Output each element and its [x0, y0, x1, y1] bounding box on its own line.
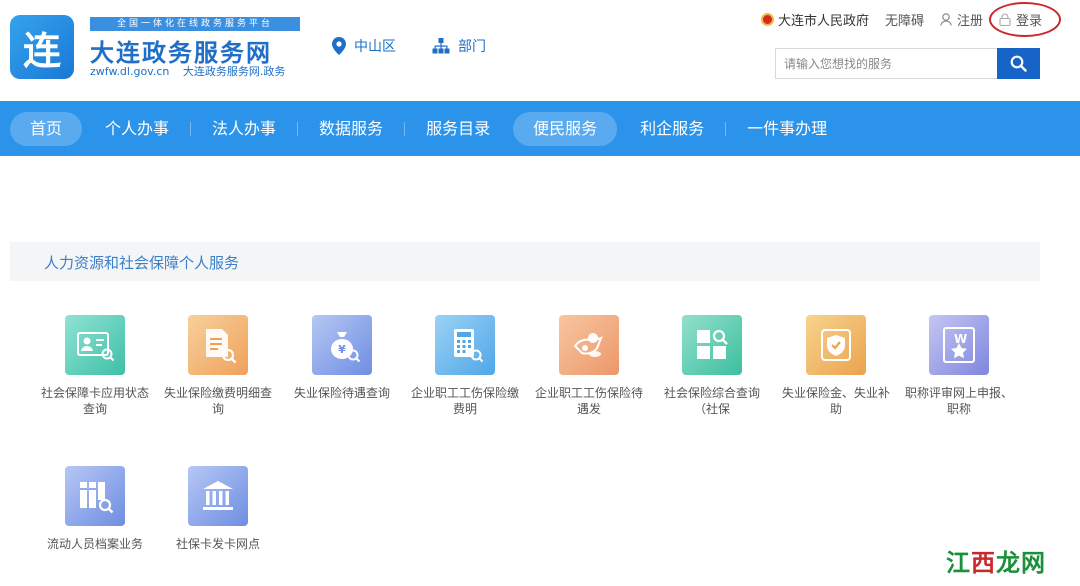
nav-item-corporate[interactable]: 法人办事	[192, 112, 296, 146]
login-link[interactable]: 登录	[988, 2, 1061, 37]
accessibility-link[interactable]: 无障碍	[885, 10, 924, 29]
site-sub-name: 大连政务服务网.政务	[182, 65, 286, 78]
site-header: 连 全国一体化在线政务服务平台 大连政务服务网 zwfw.dl.gov.cn 大…	[0, 0, 1080, 101]
register-label: 注册	[956, 14, 983, 29]
nav-divider	[725, 121, 727, 136]
user-icon	[940, 13, 952, 26]
nav-item-convenience[interactable]: 便民服务	[513, 111, 618, 146]
service-tile[interactable]: 企业职工工伤保险缴费明	[403, 315, 527, 417]
medal-icon: W	[929, 315, 989, 375]
logo-tagline: 全国一体化在线政务服务平台	[90, 17, 300, 31]
service-tile[interactable]: 社保卡发卡网点	[156, 466, 280, 552]
nav-item-home[interactable]: 首页	[10, 111, 83, 146]
calculator-search-icon	[435, 315, 495, 375]
watermark-part: 西	[971, 548, 996, 577]
site-domain: zwfw.dl.gov.cn	[90, 65, 170, 78]
nav-item-catalog[interactable]: 服务目录	[406, 112, 510, 146]
site-logo-icon[interactable]: 连	[10, 15, 74, 79]
nav-item-one-thing[interactable]: 一件事办理	[727, 112, 847, 146]
gov-link[interactable]: 大连市人民政府	[760, 10, 869, 29]
highlight-circle	[988, 2, 1061, 37]
nav-item-data[interactable]: 数据服务	[299, 112, 403, 146]
bank-icon	[188, 466, 248, 526]
id-card-search-icon	[65, 315, 125, 375]
service-tile-label: 失业保险待遇查询	[293, 386, 390, 400]
document-search-icon	[188, 315, 248, 375]
department-label: 部门	[458, 39, 486, 55]
watermark-logo: 江西龙网	[946, 543, 1046, 578]
service-tile-label: 社会保险综合查询（社保	[663, 386, 760, 416]
service-tile[interactable]: W 职称评审网上申报、职称	[897, 315, 1021, 417]
service-tile-label: 失业保险缴费明细查询	[164, 386, 273, 416]
gov-link-label: 大连市人民政府	[777, 14, 869, 29]
search-button[interactable]	[997, 48, 1040, 79]
search-icon	[1010, 55, 1027, 72]
section-header: 人力资源和社会保障个人服务	[10, 242, 1040, 281]
location-pin-icon	[332, 37, 346, 55]
svg-text:W: W	[954, 332, 967, 346]
accessibility-label: 无障碍	[884, 14, 924, 29]
region-label: 中山区	[354, 39, 396, 55]
region-selector[interactable]: 中山区	[332, 36, 396, 56]
service-tile[interactable]: 企业职工工伤保险待遇发	[527, 315, 651, 417]
nav-divider	[190, 121, 192, 136]
nav-divider	[404, 121, 406, 136]
nav-item-enterprise[interactable]: 利企服务	[620, 112, 724, 146]
grid-search-icon	[682, 315, 742, 375]
register-link[interactable]: 注册	[940, 10, 983, 29]
svg-text:¥: ¥	[338, 343, 346, 356]
org-chart-icon	[432, 38, 450, 54]
top-links: 大连市人民政府 无障碍 注册 登录	[745, 2, 1061, 37]
money-bag-search-icon: ¥	[312, 315, 372, 375]
shield-icon	[806, 315, 866, 375]
service-tile-label: 流动人员档案业务	[46, 537, 143, 551]
service-tile[interactable]: 社会保障卡应用状态查询	[33, 315, 157, 417]
search-bar	[775, 48, 1040, 79]
service-tile[interactable]: 失业保险缴费明细查询	[156, 315, 280, 417]
service-tile-label: 社保卡发卡网点	[175, 537, 260, 551]
service-tile[interactable]: 流动人员档案业务	[33, 466, 157, 552]
department-selector[interactable]: 部门	[432, 36, 486, 56]
service-tile-label: 企业职工工伤保险缴费明	[411, 386, 520, 416]
service-tile[interactable]: ¥ 失业保险待遇查询	[280, 315, 404, 401]
logo-subtitle: zwfw.dl.gov.cn 大连政务服务网.政务	[90, 63, 285, 79]
service-tile-label: 社会保障卡应用状态查询	[41, 386, 150, 416]
service-tile-label: 失业保险金、失业补助	[782, 386, 891, 416]
nav-item-personal[interactable]: 个人办事	[85, 112, 189, 146]
main-nav: 首页 个人办事 法人办事 数据服务 服务目录 便民服务 利企服务 一件事办理	[0, 101, 1080, 156]
watermark-part: 江	[946, 548, 971, 577]
nav-divider	[297, 121, 299, 136]
watermark-part: 龙网	[996, 548, 1046, 577]
coins-icon	[559, 315, 619, 375]
files-search-icon	[65, 466, 125, 526]
national-emblem-icon	[760, 13, 774, 26]
service-tile[interactable]: 社会保险综合查询（社保	[650, 315, 774, 417]
service-tile-label: 企业职工工伤保险待遇发	[535, 386, 644, 416]
service-tile-label: 职称评审网上申报、职称	[905, 386, 1014, 416]
service-tile[interactable]: 失业保险金、失业补助	[774, 315, 898, 417]
section-title: 人力资源和社会保障个人服务	[44, 254, 240, 272]
search-input[interactable]	[775, 48, 997, 79]
